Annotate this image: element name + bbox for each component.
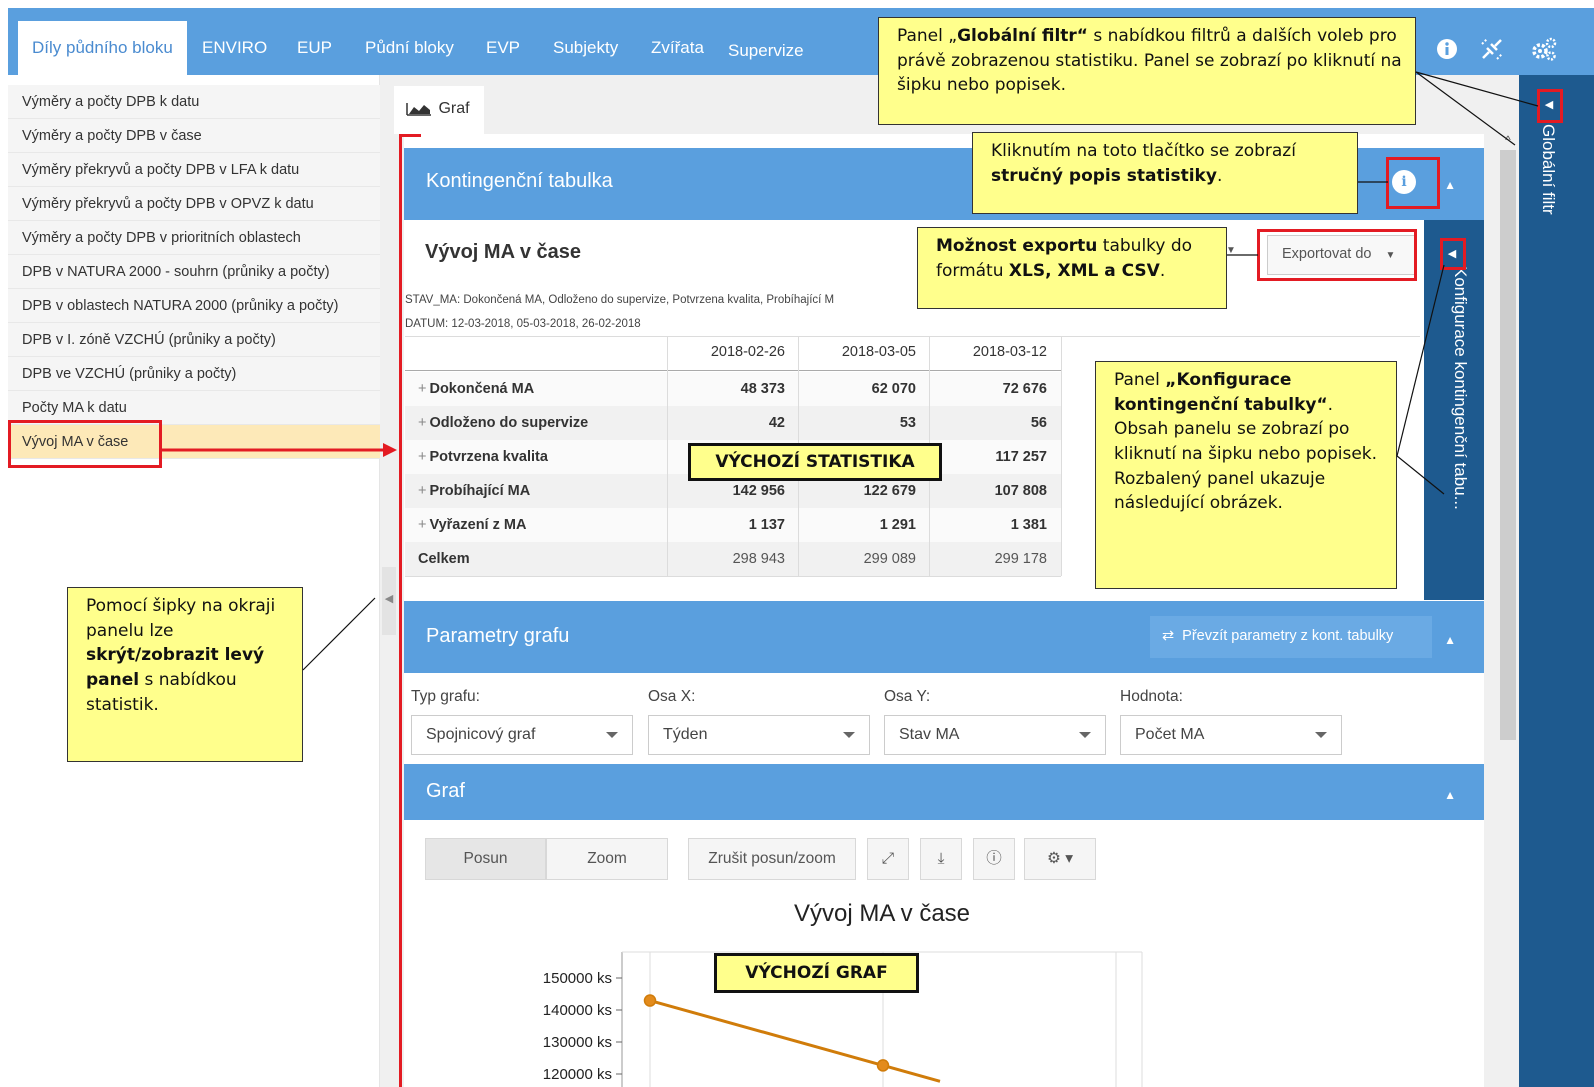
connector-line: [1415, 71, 1539, 107]
connector-line: [1396, 264, 1445, 457]
connector-line: [1415, 71, 1516, 146]
connector-line: [302, 597, 376, 671]
annotation-connectors: [162, 71, 1539, 671]
connector-arrowhead: [383, 443, 397, 457]
connector-line: [1396, 455, 1445, 495]
